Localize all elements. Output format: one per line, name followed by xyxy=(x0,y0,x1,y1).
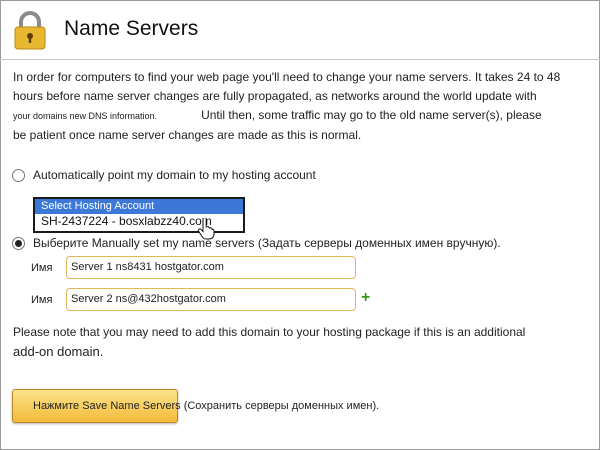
server-2-label: Имя xyxy=(31,294,53,306)
save-name-servers-label[interactable]: Нажмите Save Name Servers (Сохранить сер… xyxy=(33,400,379,412)
hosting-select-placeholder[interactable]: Select Hosting Account xyxy=(35,199,243,214)
intro-line: In order for computers to find your web … xyxy=(13,70,561,84)
page-header: Name Servers xyxy=(0,0,600,60)
auto-point-radio[interactable] xyxy=(12,169,25,182)
server-2-input[interactable]: Server 2 ns@432hostgator.com xyxy=(66,288,356,311)
intro-text: In order for computers to find your web … xyxy=(13,68,573,145)
intro-line: hours before name server changes are ful… xyxy=(13,89,537,103)
auto-point-label[interactable]: Automatically point my domain to my host… xyxy=(33,168,316,182)
server-1-label: Имя xyxy=(31,262,53,274)
server-1-input[interactable]: Server 1 ns8431 hostgator.com xyxy=(66,256,356,279)
page-title: Name Servers xyxy=(64,17,199,40)
note-line: add-on domain. xyxy=(13,344,104,359)
intro-text-part: Until then, some traffic may go to the o… xyxy=(201,108,542,122)
intro-line: be patient once name server changes are … xyxy=(13,128,362,142)
add-server-icon[interactable]: + xyxy=(361,289,370,307)
intro-line: your domains new DNS information. Until t… xyxy=(13,106,573,126)
manual-set-radio[interactable] xyxy=(12,237,25,250)
addon-note: Please note that you may need to add thi… xyxy=(13,322,553,362)
note-line: Please note that you may need to add thi… xyxy=(13,325,526,339)
intro-small-text: your domains new DNS information. xyxy=(13,111,158,121)
lock-icon xyxy=(14,11,46,50)
manual-set-label[interactable]: Выберите Manually set my name servers (З… xyxy=(33,236,501,250)
